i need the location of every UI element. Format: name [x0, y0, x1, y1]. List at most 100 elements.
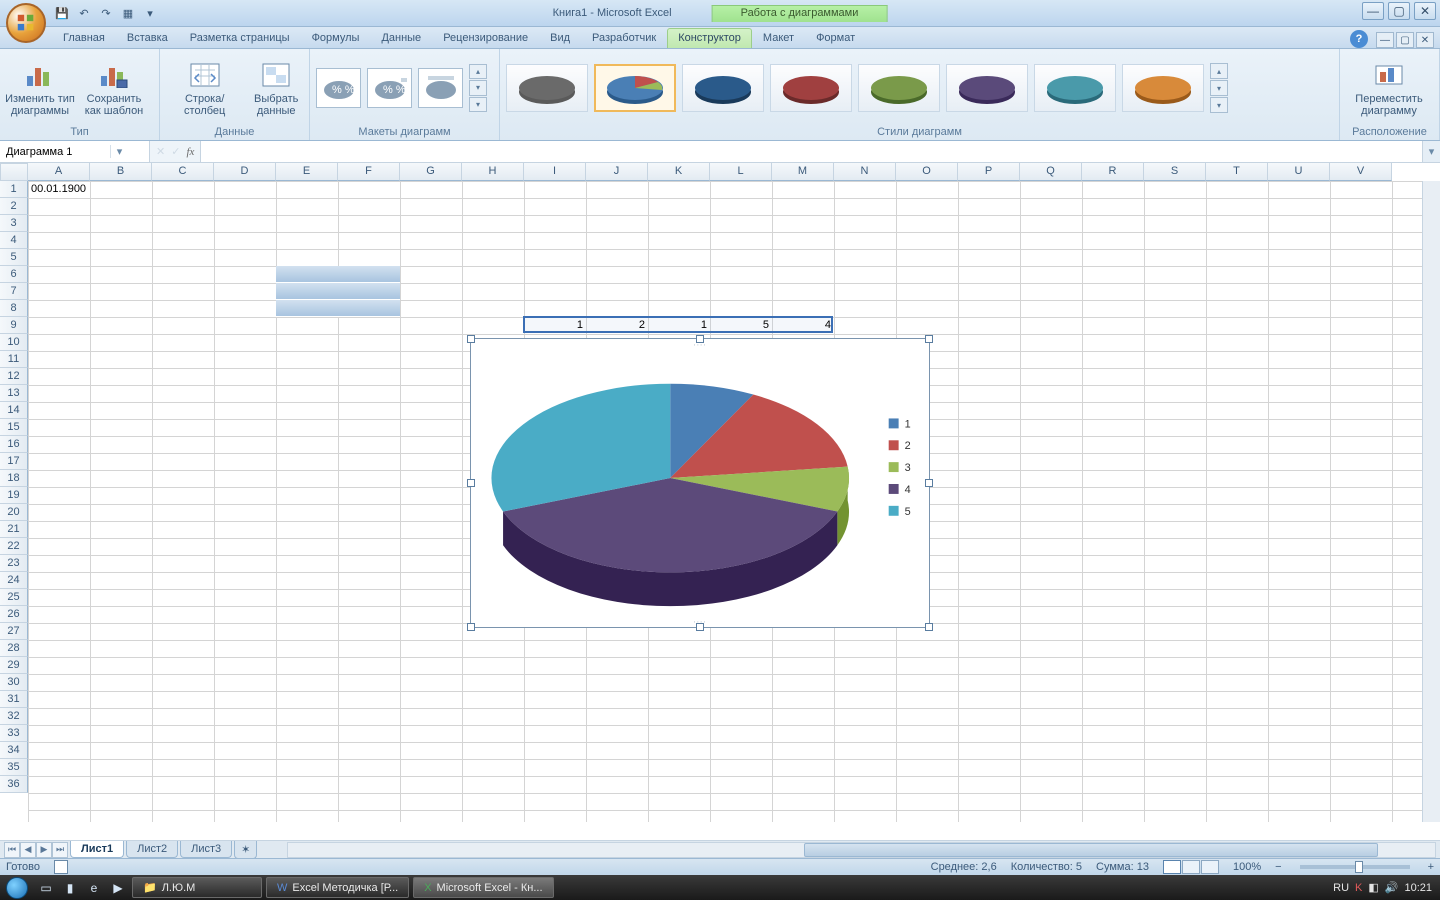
close-button[interactable]: ✕: [1414, 2, 1436, 20]
col-header-S[interactable]: S: [1144, 163, 1206, 181]
cell-A1[interactable]: 00.01.1900: [28, 181, 90, 198]
office-button[interactable]: [6, 3, 46, 43]
sheet-tab-3[interactable]: Лист3: [180, 841, 232, 858]
row-header-5[interactable]: 5: [0, 249, 28, 266]
taskbar-ie-icon[interactable]: e: [83, 877, 105, 899]
taskbar-explorer-icon[interactable]: ▮: [59, 877, 81, 899]
col-header-J[interactable]: J: [586, 163, 648, 181]
row-header-7[interactable]: 7: [0, 283, 28, 300]
change-chart-type-button[interactable]: Изменить тип диаграммы: [4, 53, 76, 123]
cell-L9[interactable]: 5: [710, 317, 772, 334]
col-header-F[interactable]: F: [338, 163, 400, 181]
row-header-29[interactable]: 29: [0, 657, 28, 674]
col-header-H[interactable]: H: [462, 163, 524, 181]
qat-undo-icon[interactable]: ↶: [74, 3, 94, 23]
layout-scroll-up[interactable]: ▴: [469, 64, 487, 79]
col-header-B[interactable]: B: [90, 163, 152, 181]
row-header-31[interactable]: 31: [0, 691, 28, 708]
col-header-L[interactable]: L: [710, 163, 772, 181]
tab-page-layout[interactable]: Разметка страницы: [179, 28, 301, 48]
row-header-28[interactable]: 28: [0, 640, 28, 657]
taskbar-item-excel[interactable]: XMicrosoft Excel - Кн...: [413, 877, 553, 898]
mdi-minimize[interactable]: —: [1376, 32, 1394, 48]
col-header-G[interactable]: G: [400, 163, 462, 181]
chart-style-1[interactable]: [506, 64, 588, 112]
qat-save-icon[interactable]: 💾: [52, 3, 72, 23]
col-header-Q[interactable]: Q: [1020, 163, 1082, 181]
row-header-1[interactable]: 1: [0, 181, 28, 198]
cell-I9[interactable]: 1: [524, 317, 586, 334]
legend-item-5[interactable]: 5: [889, 506, 911, 518]
mdi-restore[interactable]: ▢: [1396, 32, 1414, 48]
style-more[interactable]: ▾: [1210, 97, 1228, 113]
row-header-25[interactable]: 25: [0, 589, 28, 606]
tray-kaspersky-icon[interactable]: K: [1355, 882, 1362, 894]
tray-network-icon[interactable]: ◧: [1368, 881, 1378, 894]
sheet-nav-prev[interactable]: ◀: [20, 842, 36, 858]
style-scroll-up[interactable]: ▴: [1210, 63, 1228, 79]
row-header-27[interactable]: 27: [0, 623, 28, 640]
chart-style-5[interactable]: [858, 64, 940, 112]
col-header-A[interactable]: A: [28, 163, 90, 181]
col-header-V[interactable]: V: [1330, 163, 1392, 181]
tray-lang[interactable]: RU: [1333, 882, 1349, 894]
qat-print-icon[interactable]: ▦: [118, 3, 138, 23]
legend-item-3[interactable]: 3: [889, 462, 911, 474]
row-header-21[interactable]: 21: [0, 521, 28, 538]
style-scroll-down[interactable]: ▾: [1210, 80, 1228, 96]
qat-redo-icon[interactable]: ↷: [96, 3, 116, 23]
row-header-24[interactable]: 24: [0, 572, 28, 589]
chart-layout-2[interactable]: % %: [367, 68, 412, 108]
save-as-template-button[interactable]: Сохранить как шаблон: [78, 53, 150, 123]
help-icon[interactable]: ?: [1350, 30, 1368, 48]
name-box-dropdown[interactable]: ▾: [110, 145, 128, 158]
tray-clock[interactable]: 10:21: [1404, 882, 1432, 894]
col-header-C[interactable]: C: [152, 163, 214, 181]
taskbar-item-folder[interactable]: 📁Л.Ю.М: [132, 877, 262, 898]
row-header-12[interactable]: 12: [0, 368, 28, 385]
chart-object[interactable]: 12345 ∙∙∙∙ ∙∙∙∙: [470, 338, 930, 628]
tab-view[interactable]: Вид: [539, 28, 581, 48]
start-button[interactable]: [0, 875, 34, 900]
taskbar-media-icon[interactable]: ▶: [107, 877, 129, 899]
sheet-tab-2[interactable]: Лист2: [126, 841, 178, 858]
zoom-in-button[interactable]: +: [1428, 861, 1434, 873]
taskbar-show-desktop-icon[interactable]: ▭: [35, 877, 57, 899]
row-header-2[interactable]: 2: [0, 198, 28, 215]
view-page-break-button[interactable]: [1201, 860, 1219, 874]
chart-style-3[interactable]: [682, 64, 764, 112]
cancel-formula-icon[interactable]: ✕: [156, 145, 165, 158]
row-header-23[interactable]: 23: [0, 555, 28, 572]
chart-style-6[interactable]: [946, 64, 1028, 112]
row-header-10[interactable]: 10: [0, 334, 28, 351]
row-header-18[interactable]: 18: [0, 470, 28, 487]
tab-home[interactable]: Главная: [52, 28, 116, 48]
tab-format[interactable]: Формат: [805, 28, 866, 48]
select-all-corner[interactable]: [0, 163, 28, 181]
legend-item-4[interactable]: 4: [889, 484, 911, 496]
row-header-17[interactable]: 17: [0, 453, 28, 470]
cell-M9[interactable]: 4: [772, 317, 834, 334]
row-header-15[interactable]: 15: [0, 419, 28, 436]
chart-style-7[interactable]: [1034, 64, 1116, 112]
formula-bar-input[interactable]: [200, 141, 1422, 162]
row-header-8[interactable]: 8: [0, 300, 28, 317]
row-header-34[interactable]: 34: [0, 742, 28, 759]
row-header-33[interactable]: 33: [0, 725, 28, 742]
fx-icon[interactable]: fx: [186, 146, 194, 158]
row-header-36[interactable]: 36: [0, 776, 28, 793]
view-page-layout-button[interactable]: [1182, 860, 1200, 874]
tab-review[interactable]: Рецензирование: [432, 28, 539, 48]
row-header-13[interactable]: 13: [0, 385, 28, 402]
chart-style-8[interactable]: [1122, 64, 1204, 112]
tab-design[interactable]: Конструктор: [667, 28, 752, 48]
col-header-E[interactable]: E: [276, 163, 338, 181]
tray-volume-icon[interactable]: 🔊: [1385, 881, 1399, 894]
chart-style-2[interactable]: [594, 64, 676, 112]
expand-formula-bar[interactable]: ▾: [1422, 141, 1440, 162]
row-header-20[interactable]: 20: [0, 504, 28, 521]
maximize-button[interactable]: ▢: [1388, 2, 1410, 20]
layout-more[interactable]: ▾: [469, 97, 487, 112]
minimize-button[interactable]: —: [1362, 2, 1384, 20]
col-header-D[interactable]: D: [214, 163, 276, 181]
